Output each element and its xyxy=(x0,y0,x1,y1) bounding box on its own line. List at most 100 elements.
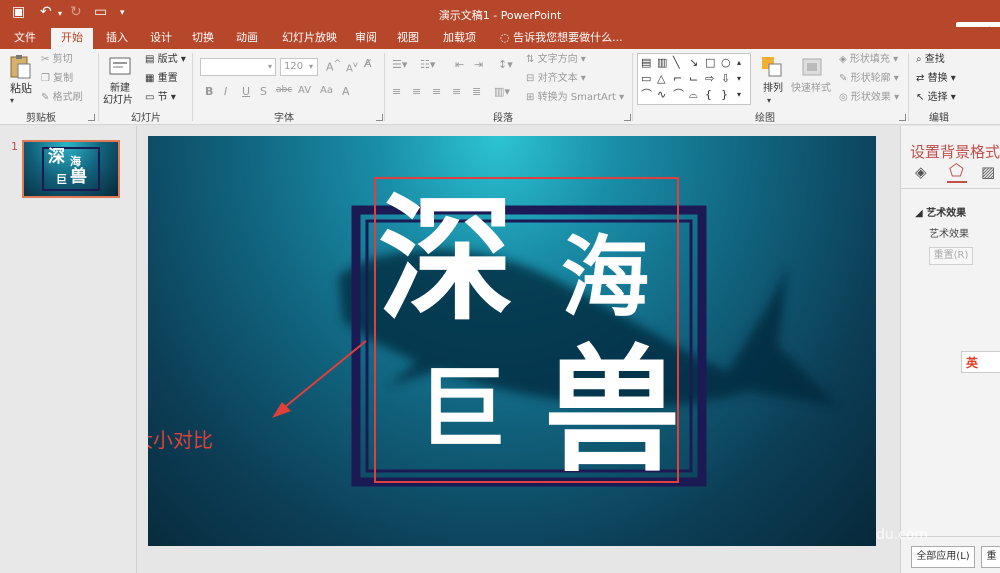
increase-font-icon[interactable]: A^ xyxy=(326,57,341,75)
clipboard-launcher-icon[interactable] xyxy=(88,114,95,121)
format-painter-button[interactable]: ✎ 格式刷 xyxy=(41,91,83,105)
character-spacing-icon[interactable]: AV xyxy=(298,85,311,96)
divider xyxy=(192,53,193,121)
reset-background-button[interactable]: 重 xyxy=(981,546,1000,568)
down-arrow-shape-icon[interactable]: ⇩ xyxy=(721,73,730,85)
underline-icon[interactable]: U xyxy=(242,85,250,98)
textbox-shape-icon[interactable]: ▤ xyxy=(641,57,651,69)
new-slide-icon[interactable] xyxy=(108,54,132,80)
bold-icon[interactable]: B xyxy=(205,85,213,98)
tab-view[interactable]: 视图 xyxy=(391,30,425,46)
copy-button[interactable]: ❐ 复制 xyxy=(41,72,73,86)
brace-left-shape-icon[interactable]: { xyxy=(705,89,712,101)
rounded-rect-shape-icon[interactable]: ▭ xyxy=(641,73,651,85)
art-effects-section[interactable]: ◢ 艺术效果 xyxy=(915,204,966,219)
distributed-icon[interactable]: ≣ xyxy=(472,85,481,99)
arrow-line-shape-icon[interactable]: ↘ xyxy=(689,57,698,69)
select-button[interactable]: ↖ 选择 ▾ xyxy=(916,91,956,105)
tab-review[interactable]: 审阅 xyxy=(349,30,383,46)
tab-addins[interactable]: 加载项 xyxy=(437,30,482,46)
fill-icon[interactable]: ◈ xyxy=(915,163,927,181)
tell-me-box[interactable]: ◌ 告诉我您想要做什么... xyxy=(494,30,629,46)
decrease-font-icon[interactable]: Av xyxy=(346,57,358,76)
triangle-shape-icon[interactable]: △ xyxy=(657,73,665,85)
text-direction-button[interactable]: ⇅ 文字方向 ▾ xyxy=(526,53,586,67)
arrange-dropdown-icon[interactable]: ▾ xyxy=(767,94,771,108)
slide-thumbnail[interactable]: 深 海 巨 兽 xyxy=(22,140,120,198)
align-center-icon[interactable]: ≡ xyxy=(412,85,421,99)
clear-format-icon[interactable]: A̸ xyxy=(364,57,372,71)
shadow-icon[interactable]: S xyxy=(260,85,267,98)
strikethrough-icon[interactable]: abc xyxy=(276,85,292,95)
arrange-label[interactable]: 排列 xyxy=(763,82,783,96)
layout-button[interactable]: ▤ 版式 ▾ xyxy=(145,53,186,67)
vertical-textbox-shape-icon[interactable]: ▥ xyxy=(657,57,667,69)
ime-indicator[interactable]: 英 xyxy=(961,351,1000,373)
font-color-icon[interactable]: A xyxy=(342,85,350,98)
paste-dropdown-icon[interactable]: ▾ xyxy=(10,94,14,108)
tab-insert[interactable]: 插入 xyxy=(100,30,134,46)
tab-file[interactable]: 文件 xyxy=(8,30,42,46)
font-name-dropdown-icon[interactable]: ▾ xyxy=(268,60,272,74)
line-shape-icon[interactable]: ╲ xyxy=(673,57,680,69)
change-case-icon[interactable]: Aa xyxy=(320,85,333,96)
increase-indent-icon[interactable]: ⇥ xyxy=(474,58,483,72)
brace-right-shape-icon[interactable]: } xyxy=(721,89,728,101)
shapes-gallery[interactable]: ▤ ▥ ╲ ↘ □ ○ ▴ ▭ △ ⌐ ⌙ ⇨ ⇩ ▾ ⌒ ∿ ⌒ ⌓ { } … xyxy=(637,53,751,105)
paste-icon[interactable] xyxy=(8,54,32,80)
clipboard-group-label: 剪贴板 xyxy=(26,113,56,124)
smartart-button[interactable]: ⊞ 转换为 SmartArt ▾ xyxy=(526,91,624,105)
quick-styles-icon[interactable] xyxy=(800,54,824,80)
gallery-up-icon[interactable]: ▴ xyxy=(737,57,741,69)
block-arrow-shape-icon[interactable]: ⇨ xyxy=(705,73,714,85)
columns-icon[interactable]: ▥▾ xyxy=(494,85,510,99)
paragraph-launcher-icon[interactable] xyxy=(624,114,631,121)
new-slide-label-2[interactable]: 幻灯片 xyxy=(103,94,133,108)
cut-button[interactable]: ✂ 剪切 xyxy=(41,53,73,67)
freeform-shape-icon[interactable]: ⌒ xyxy=(641,89,652,101)
bullets-icon[interactable]: ☰▾ xyxy=(392,58,407,72)
italic-icon[interactable]: I xyxy=(224,85,227,98)
align-right-icon[interactable]: ≡ xyxy=(432,85,441,99)
shape-effects-button[interactable]: ◎ 形状效果 ▾ xyxy=(839,91,899,105)
justify-icon[interactable]: ≡ xyxy=(452,85,461,99)
font-name-input[interactable] xyxy=(200,58,276,76)
slide-canvas[interactable]: 深 海 巨 兽 缩放形成大小对比 xyxy=(148,136,876,546)
line-spacing-icon[interactable]: ↕▾ xyxy=(498,58,513,72)
reset-button[interactable]: ▦ 重置 xyxy=(145,72,178,86)
gallery-down-icon[interactable]: ▾ xyxy=(737,73,741,85)
section-button[interactable]: ▭ 节 ▾ xyxy=(145,91,176,105)
oval-shape-icon[interactable]: ○ xyxy=(721,57,731,69)
find-button[interactable]: ⌕ 查找 xyxy=(916,53,945,67)
arrange-icon[interactable] xyxy=(760,54,784,80)
tab-home[interactable]: 开始 xyxy=(51,28,93,49)
elbow-arrow-shape-icon[interactable]: ⌙ xyxy=(689,73,698,85)
rectangle-shape-icon[interactable]: □ xyxy=(705,57,715,69)
tab-transitions[interactable]: 切换 xyxy=(186,30,220,46)
font-size-dropdown-icon[interactable]: ▾ xyxy=(309,60,313,74)
tab-slideshow[interactable]: 幻灯片放映 xyxy=(276,30,343,46)
reset-art-button[interactable]: 重置(R) xyxy=(929,247,973,265)
tab-design[interactable]: 设计 xyxy=(144,30,178,46)
drawing-launcher-icon[interactable] xyxy=(899,114,906,121)
lightning-shape-icon[interactable]: ∿ xyxy=(657,89,666,101)
decrease-indent-icon[interactable]: ⇤ xyxy=(455,58,464,72)
curve-shape-icon[interactable]: ⌒ xyxy=(673,89,684,101)
effects-pentagon-icon[interactable]: ⬠ xyxy=(949,161,964,181)
picture-icon[interactable]: ▨ xyxy=(981,163,995,181)
shape-fill-button[interactable]: ◈ 形状填充 ▾ xyxy=(839,53,898,67)
replace-button[interactable]: ⇄ 替换 ▾ xyxy=(916,72,956,86)
numbering-icon[interactable]: ☷▾ xyxy=(420,58,435,72)
apply-all-button[interactable]: 全部应用(L) xyxy=(911,546,975,568)
shape-outline-button[interactable]: ✎ 形状轮廓 ▾ xyxy=(839,72,899,86)
replace-icon: ⇄ xyxy=(916,73,925,84)
font-launcher-icon[interactable] xyxy=(376,114,383,121)
quick-styles-label[interactable]: 快速样式 xyxy=(791,82,831,96)
tab-animations[interactable]: 动画 xyxy=(230,30,264,46)
format-pane-title: 设置背景格式 xyxy=(910,143,1000,161)
align-text-button[interactable]: ⊟ 对齐文本 ▾ xyxy=(526,72,586,86)
gallery-more-icon[interactable]: ▾ xyxy=(737,89,741,101)
align-left-icon[interactable]: ≡ xyxy=(392,85,401,99)
elbow-connector-shape-icon[interactable]: ⌐ xyxy=(673,73,682,85)
arc-shape-icon[interactable]: ⌓ xyxy=(689,89,698,101)
